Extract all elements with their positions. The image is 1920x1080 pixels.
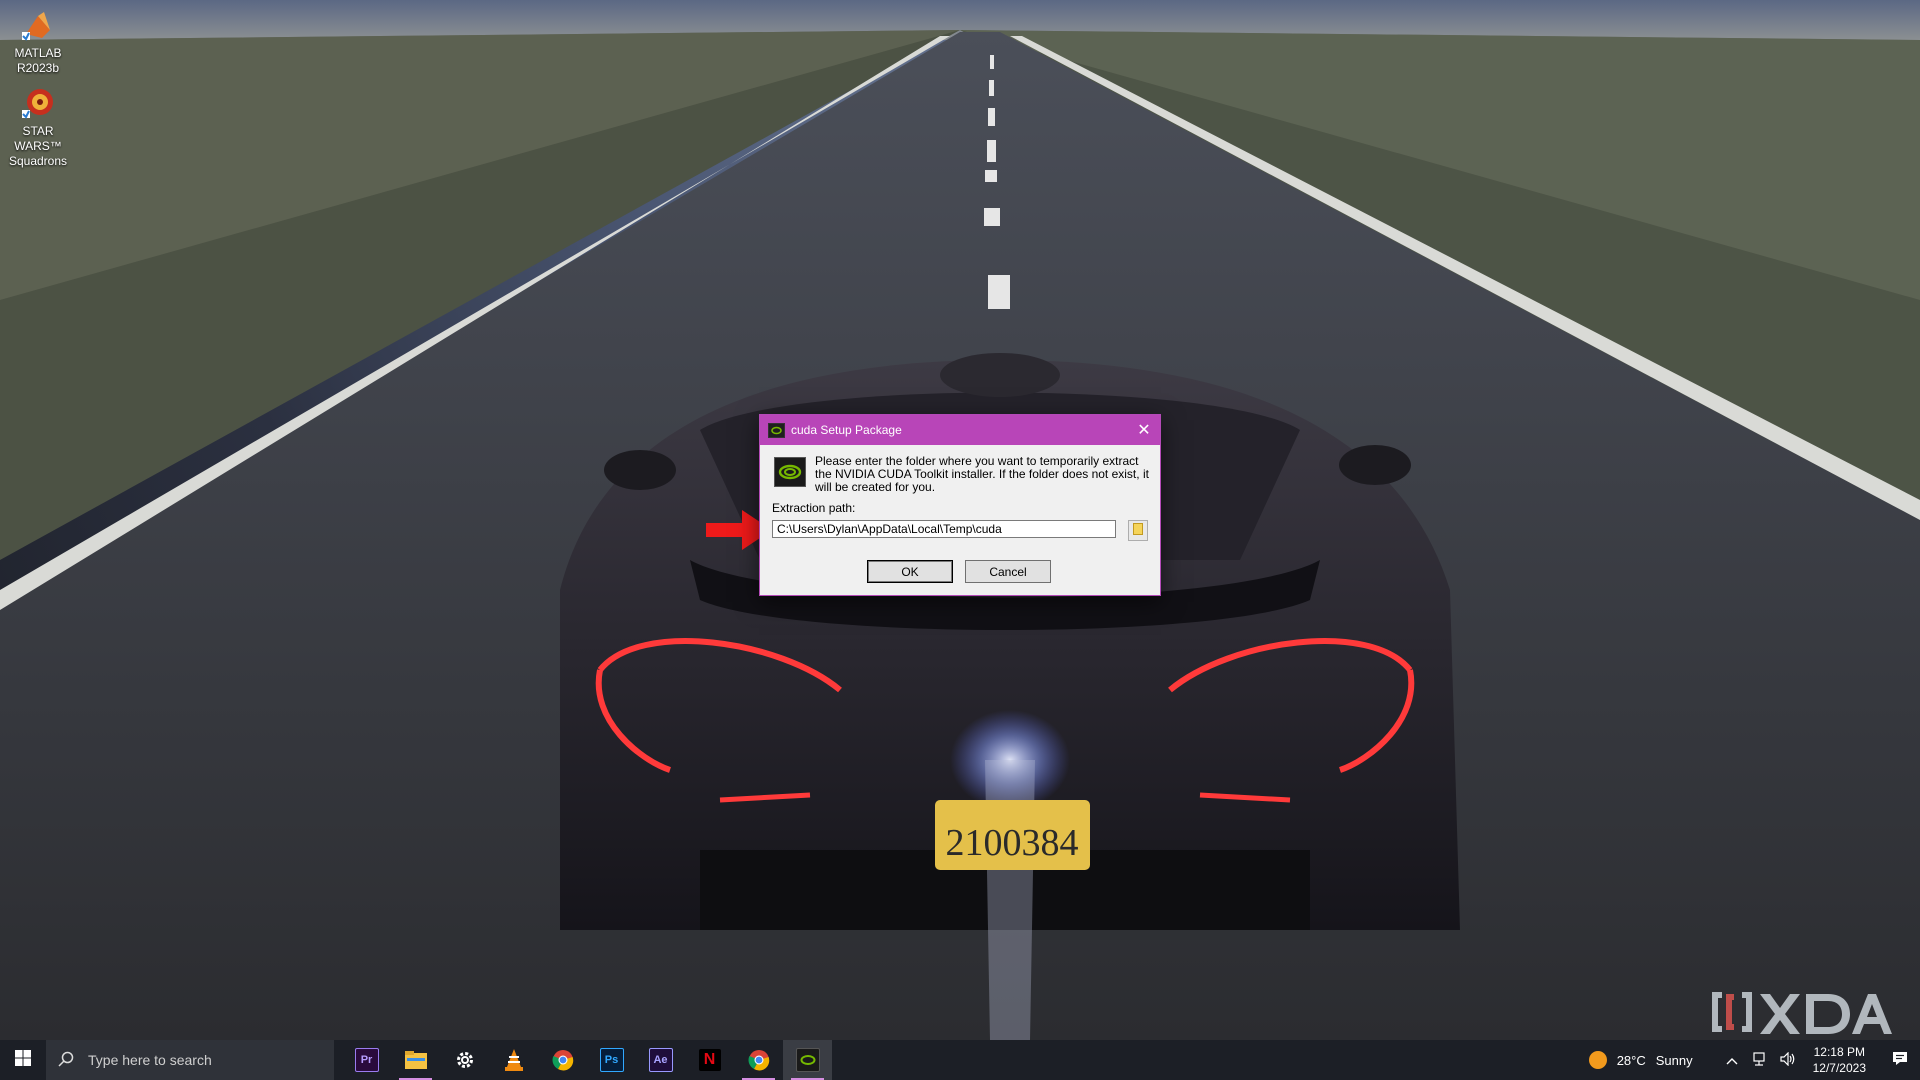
taskbar-app-netflix[interactable]: N bbox=[685, 1040, 734, 1080]
matlab-icon bbox=[20, 8, 56, 44]
network-icon[interactable] bbox=[1752, 1051, 1766, 1069]
taskbar-app-chrome-2[interactable] bbox=[734, 1040, 783, 1080]
desktop-icon-label: R2023b bbox=[16, 61, 60, 75]
dialog-message: Please enter the folder where you want t… bbox=[815, 454, 1149, 494]
chevron-up-icon[interactable] bbox=[1726, 1053, 1738, 1068]
taskbar-search-box[interactable]: Type here to search bbox=[46, 1040, 334, 1080]
taskbar-app-photoshop[interactable]: Ps bbox=[587, 1040, 636, 1080]
nvidia-app-icon bbox=[768, 422, 785, 438]
nvidia-icon bbox=[795, 1048, 820, 1072]
browse-folder-button[interactable] bbox=[1128, 520, 1148, 541]
taskbar-app-vlc[interactable] bbox=[489, 1040, 538, 1080]
taskbar-app-chrome[interactable] bbox=[538, 1040, 587, 1080]
taskbar-app-file-explorer[interactable] bbox=[391, 1040, 440, 1080]
premiere-pro-icon: Pr bbox=[354, 1048, 379, 1072]
taskbar-pinned-apps: Pr Ps Ae N bbox=[342, 1040, 832, 1080]
desktop-icon-star-wars-squadrons[interactable]: STAR WARS™ Squadrons bbox=[0, 86, 76, 169]
weather-widget[interactable]: 28°C Sunny bbox=[1588, 1051, 1693, 1069]
cancel-button[interactable]: Cancel bbox=[965, 560, 1051, 583]
dialog-titlebar[interactable]: cuda Setup Package ✕ bbox=[760, 415, 1160, 445]
settings-gear-icon bbox=[454, 1049, 476, 1071]
extraction-path-input[interactable] bbox=[772, 520, 1116, 538]
desktop-icon-label: Squadrons bbox=[8, 154, 68, 168]
star-wars-squadrons-icon bbox=[20, 86, 56, 122]
taskbar-app-after-effects[interactable]: Ae bbox=[636, 1040, 685, 1080]
notification-icon bbox=[1892, 1051, 1908, 1069]
nvidia-logo-icon bbox=[774, 457, 806, 487]
file-explorer-icon bbox=[404, 1049, 427, 1071]
notification-center-button[interactable] bbox=[1880, 1051, 1920, 1069]
taskbar-app-settings[interactable] bbox=[440, 1040, 489, 1080]
clock-time: 12:18 PM bbox=[1813, 1045, 1865, 1059]
ok-button[interactable]: OK bbox=[867, 560, 953, 583]
desktop-icon-label: STAR WARS™ bbox=[14, 124, 62, 153]
folder-icon bbox=[1133, 522, 1143, 540]
taskbar-app-nvidia-installer[interactable] bbox=[783, 1040, 832, 1080]
xda-watermark-logo bbox=[1708, 986, 1892, 1043]
extraction-path-label: Extraction path: bbox=[772, 501, 856, 515]
search-icon bbox=[58, 1051, 74, 1070]
cuda-setup-dialog: cuda Setup Package ✕ Please enter the fo… bbox=[759, 414, 1161, 596]
taskbar: Type here to search Pr Ps Ae N 28°C Sunn… bbox=[0, 1040, 1920, 1080]
search-placeholder: Type here to search bbox=[88, 1052, 212, 1068]
clock-date: 12/7/2023 bbox=[1812, 1061, 1866, 1075]
desktop-icon-matlab[interactable]: MATLAB R2023b bbox=[0, 8, 76, 76]
photoshop-icon: Ps bbox=[599, 1048, 624, 1072]
weather-temperature: 28°C bbox=[1616, 1052, 1646, 1068]
system-tray: 28°C Sunny 12:18 PM 12/7/2023 bbox=[1588, 1040, 1920, 1080]
desktop-icon-label: MATLAB bbox=[14, 46, 62, 60]
taskbar-app-premiere-pro[interactable]: Pr bbox=[342, 1040, 391, 1080]
netflix-icon: N bbox=[698, 1049, 721, 1071]
weather-condition: Sunny bbox=[1655, 1052, 1693, 1068]
chrome-icon bbox=[552, 1049, 574, 1071]
sun-icon bbox=[1588, 1051, 1607, 1069]
taskbar-clock[interactable]: 12:18 PM 12/7/2023 bbox=[1813, 1044, 1866, 1076]
volume-icon[interactable] bbox=[1780, 1051, 1796, 1069]
vlc-cone-icon bbox=[503, 1049, 525, 1071]
start-button[interactable] bbox=[0, 1040, 46, 1080]
svg-text:2100384: 2100384 bbox=[946, 822, 1079, 864]
after-effects-icon: Ae bbox=[648, 1048, 673, 1072]
close-icon[interactable]: ✕ bbox=[1128, 415, 1160, 445]
dialog-title: cuda Setup Package bbox=[791, 423, 902, 437]
windows-logo-icon bbox=[15, 1049, 31, 1071]
chrome-icon bbox=[748, 1049, 770, 1071]
